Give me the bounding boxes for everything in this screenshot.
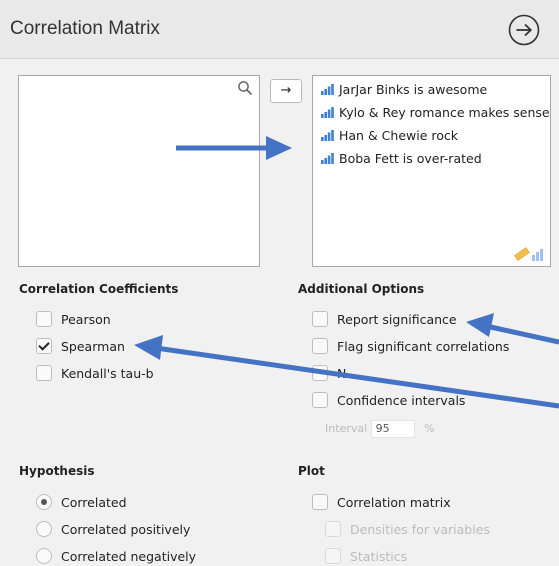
spearman-label: Spearman [61,339,125,354]
report-significance-checkbox[interactable]: Report significance [312,311,457,329]
radio-button-selected[interactable] [36,494,52,510]
list-item[interactable]: Kylo & Rey romance makes sense [321,105,550,123]
bar-chart-icon [321,107,334,118]
checkbox-box[interactable] [312,338,328,354]
checkbox-box[interactable] [312,494,328,510]
list-item[interactable]: Han & Chewie rock [321,128,458,146]
hypothesis-option-label: Correlated negatively [61,549,197,564]
variable-label: Kylo & Rey romance makes sense [339,105,550,120]
statistics-checkbox: Statistics [325,548,407,566]
flag-significant-checkbox[interactable]: Flag significant correlations [312,338,509,356]
hypothesis-correlated-radio[interactable]: Correlated [36,494,127,512]
section-title-coefficients: Correlation Coefficients [19,282,179,296]
ruler-icon [514,247,543,261]
bar-chart-icon [321,84,334,95]
statistics-label: Statistics [350,549,408,564]
arrow-right-circle-icon[interactable] [508,14,540,46]
confidence-intervals-checkbox[interactable]: Confidence intervals [312,392,465,410]
interval-label: Interval [325,422,368,435]
n-checkbox[interactable]: N [312,365,346,383]
pearson-checkbox[interactable]: Pearson [36,311,111,329]
section-title-plot: Plot [298,464,325,478]
list-item[interactable]: Boba Fett is over-rated [321,151,482,169]
search-icon[interactable] [237,80,253,96]
variable-label: Boba Fett is over-rated [339,151,482,166]
hypothesis-option-label: Correlated positively [61,522,191,537]
section-title-hypothesis: Hypothesis [19,464,95,478]
selected-variables-list[interactable]: JarJar Binks is awesome Kylo & Rey roman… [312,75,551,267]
hypothesis-option-label: Correlated [61,495,127,510]
checkbox-box[interactable] [312,311,328,327]
hypothesis-positive-radio[interactable]: Correlated positively [36,521,190,539]
bar-chart-icon [321,153,334,164]
kendall-label: Kendall's tau-b [61,366,154,381]
panel-title: Correlation Matrix [10,18,160,39]
section-title-additional: Additional Options [298,282,425,296]
checkbox-box[interactable] [36,311,52,327]
kendall-checkbox[interactable]: Kendall's tau-b [36,365,154,383]
densities-label: Densities for variables [350,522,490,537]
available-variables-list[interactable] [18,75,260,267]
spearman-checkbox[interactable]: Spearman [36,338,125,356]
list-item[interactable]: JarJar Binks is awesome [321,82,487,100]
hypothesis-negative-radio[interactable]: Correlated negatively [36,548,196,566]
interval-unit: % [424,422,435,435]
checkbox-box[interactable] [36,365,52,381]
variable-label: JarJar Binks is awesome [339,82,488,97]
move-variables-button[interactable]: → [270,79,302,103]
checkbox-box[interactable] [312,392,328,408]
correlation-matrix-panel: Correlation Matrix → JarJar Binks is awe… [0,0,559,566]
interval-row: Interval 95 % [325,420,435,438]
correlation-matrix-plot-label: Correlation matrix [337,495,451,510]
checkbox-box-disabled [325,521,341,537]
interval-input[interactable]: 95 [370,420,415,438]
flag-significant-label: Flag significant correlations [337,339,510,354]
report-significance-label: Report significance [337,312,457,327]
checkbox-box-disabled [325,548,341,564]
radio-button[interactable] [36,521,52,537]
header-bar: Correlation Matrix [0,0,559,59]
checkbox-box-checked[interactable] [36,338,52,354]
densities-checkbox: Densities for variables [325,521,490,539]
correlation-matrix-plot-checkbox[interactable]: Correlation matrix [312,494,451,512]
checkbox-box[interactable] [312,365,328,381]
pearson-label: Pearson [61,312,111,327]
variable-label: Han & Chewie rock [339,128,459,143]
radio-button[interactable] [36,548,52,564]
n-label: N [337,366,347,381]
confidence-intervals-label: Confidence intervals [337,393,466,408]
bar-chart-icon [321,130,334,141]
